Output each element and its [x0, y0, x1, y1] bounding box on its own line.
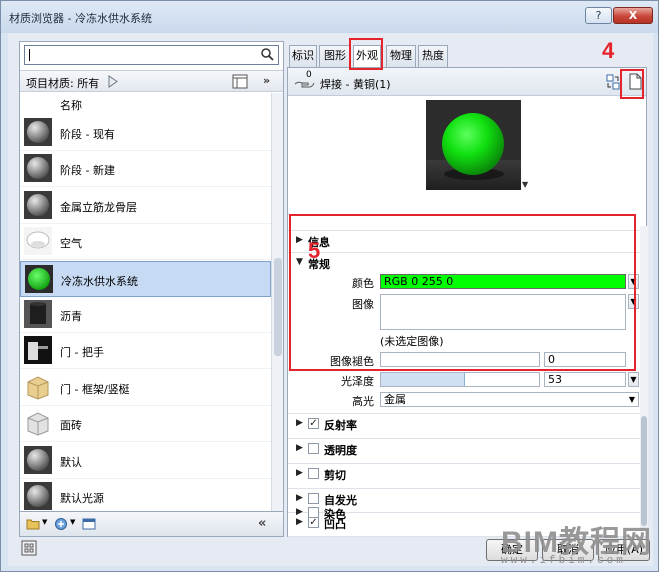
- annotation-box-general: [289, 214, 636, 371]
- list-item-label: 门 - 框架/竖梃: [60, 382, 130, 396]
- list-item-label: 阶段 - 现有: [60, 128, 115, 141]
- material-thumbnail-icon: [24, 300, 52, 328]
- list-item-label: 金属立筋龙骨层: [60, 200, 137, 214]
- material-preview[interactable]: [426, 100, 521, 190]
- folder-dropdown-icon[interactable]: ▼: [42, 518, 47, 526]
- material-thumbnail-icon: [24, 336, 52, 365]
- section-transparency[interactable]: ▶ 透明度: [288, 438, 646, 458]
- list-item[interactable]: 冷冻水供水系统: [20, 260, 271, 297]
- tab-graphics[interactable]: 图形: [319, 45, 351, 67]
- material-thumbnail-icon: [24, 445, 52, 474]
- list-item[interactable]: 阶段 - 新建: [20, 151, 271, 188]
- preview-sphere-image: [426, 113, 521, 190]
- text-caret: [29, 49, 30, 61]
- filter-label[interactable]: 项目材质: 所有: [26, 75, 99, 91]
- material-list: 名称 阶段 - 现有 阶段 - 新建金属立筋龙骨层 空气冷冻水供水系统 沥青门 - 把…: [20, 93, 271, 518]
- list-item[interactable]: 空气: [20, 224, 271, 261]
- collapse-panel-icon[interactable]: «: [258, 516, 266, 531]
- list-item-label: 面砖: [60, 419, 82, 433]
- glossiness-value[interactable]: 53: [544, 372, 626, 387]
- cutout-checkbox[interactable]: [308, 468, 319, 479]
- list-item[interactable]: 金属立筋龙骨层: [20, 188, 271, 224]
- list-scroll-thumb[interactable]: [274, 258, 282, 356]
- dialog-client: 项目材质: 所有 » 名称 阶段 - 现有 阶段 - 新建金属立筋龙骨层 空气冷冻水…: [8, 33, 653, 566]
- close-button[interactable]: X: [613, 7, 653, 24]
- library-toolbar: ▼ ▼ «: [19, 511, 284, 537]
- section-reflectivity[interactable]: ▶ ✓ 反射率: [288, 413, 646, 433]
- highlight-dropdown-icon[interactable]: ▼: [629, 393, 635, 406]
- list-item[interactable]: 默认光源: [20, 479, 271, 515]
- view-options-icon[interactable]: [232, 74, 248, 89]
- list-item[interactable]: 面砖: [20, 406, 271, 443]
- list-item-label: 默认: [60, 455, 82, 469]
- glossiness-slider[interactable]: [380, 372, 540, 387]
- reflectivity-checkbox[interactable]: ✓: [308, 418, 319, 429]
- material-browser-window: 材质浏览器 - 冷冻水供水系统 ? X 项目材质: 所有 » 名称 阶段 - 现…: [0, 0, 659, 572]
- material-list-panel: 项目材质: 所有 » 名称 阶段 - 现有 阶段 - 新建金属立筋龙骨层 空气冷冻水…: [19, 41, 284, 536]
- tab-identity[interactable]: 标识: [289, 45, 317, 67]
- asset-name: 焊接 - 黄铜(1): [320, 78, 391, 91]
- expand-arrow-icon: ▶: [296, 507, 303, 517]
- list-item-label: 门 - 把手: [60, 346, 104, 360]
- watermark-url: www.ifbim.com: [501, 555, 626, 567]
- help-button[interactable]: ?: [585, 7, 612, 24]
- list-header: 名称: [60, 99, 82, 112]
- asset-users-count: 0: [306, 70, 312, 80]
- glossiness-dropdown-icon[interactable]: ▼: [628, 372, 639, 387]
- create-dropdown-icon[interactable]: ▼: [70, 518, 75, 526]
- material-thumbnail-icon: [24, 227, 52, 256]
- library-settings-icon[interactable]: [21, 540, 37, 556]
- material-thumbnail-icon: [24, 409, 52, 438]
- properties-scrollbar[interactable]: [640, 226, 648, 531]
- search-icon[interactable]: [260, 47, 274, 61]
- replace-asset-icon[interactable]: [606, 74, 620, 90]
- preview-options-icon[interactable]: ▼: [522, 180, 528, 189]
- annotation-number-4: 4: [602, 38, 615, 63]
- list-item[interactable]: 沥青: [20, 297, 271, 333]
- material-thumbnail-icon: [24, 154, 52, 183]
- section-cutout[interactable]: ▶ 剪切: [288, 463, 646, 483]
- tint-checkbox[interactable]: [308, 507, 319, 518]
- list-item[interactable]: 门 - 框架/竖梃: [20, 370, 271, 406]
- tab-thermal[interactable]: 热度: [418, 45, 448, 67]
- filter-bar: 项目材质: 所有 »: [20, 70, 283, 92]
- expand-arrow-icon: ▶: [296, 418, 303, 428]
- filter-dropdown-icon[interactable]: [106, 74, 120, 89]
- expand-arrow-icon: ▶: [296, 468, 303, 478]
- title-bar: 材质浏览器 - 冷冻水供水系统 ? X: [1, 1, 658, 33]
- transparency-checkbox[interactable]: [308, 443, 319, 454]
- list-item-label: 冷冻水供水系统: [61, 274, 138, 288]
- glossiness-slider-fill: [381, 373, 465, 386]
- glossiness-label: 光泽度: [341, 375, 374, 388]
- list-item-label: 空气: [60, 237, 82, 251]
- asset-bar: 0 焊接 - 黄铜(1): [288, 68, 646, 96]
- highlight-select[interactable]: 金属 ▼: [380, 392, 639, 407]
- asset-users-icon: [294, 81, 315, 88]
- search-input[interactable]: [24, 45, 279, 65]
- list-item-label: 默认光源: [60, 492, 104, 505]
- annotation-number-5: 5: [308, 238, 321, 263]
- highlight-label: 高光: [352, 395, 374, 408]
- tab-physical[interactable]: 物理: [386, 45, 416, 67]
- asset-browser-icon[interactable]: [82, 517, 96, 531]
- expand-arrow-icon: ▶: [296, 493, 303, 503]
- material-thumbnail-icon: [24, 482, 52, 510]
- list-item-label: 阶段 - 新建: [60, 164, 115, 178]
- list-scrollbar[interactable]: [271, 93, 283, 518]
- material-thumbnail-icon: [24, 372, 52, 401]
- list-item[interactable]: 门 - 把手: [20, 333, 271, 370]
- create-material-icon[interactable]: [54, 517, 68, 531]
- annotation-box-appearance-tab: [349, 38, 383, 70]
- material-thumbnail-icon: [24, 118, 52, 146]
- expand-arrow-icon: ▶: [296, 443, 303, 453]
- window-title: 材质浏览器 - 冷冻水供水系统: [9, 12, 152, 25]
- list-item[interactable]: 默认: [20, 443, 271, 479]
- expand-library-icon[interactable]: »: [263, 74, 270, 87]
- folder-icon[interactable]: [26, 517, 40, 531]
- annotation-box-duplicate: [620, 69, 644, 99]
- list-item-label: 沥青: [60, 310, 82, 323]
- list-item[interactable]: 阶段 - 现有: [20, 115, 271, 151]
- material-thumbnail-icon: [25, 264, 53, 293]
- material-thumbnail-icon: [24, 190, 52, 219]
